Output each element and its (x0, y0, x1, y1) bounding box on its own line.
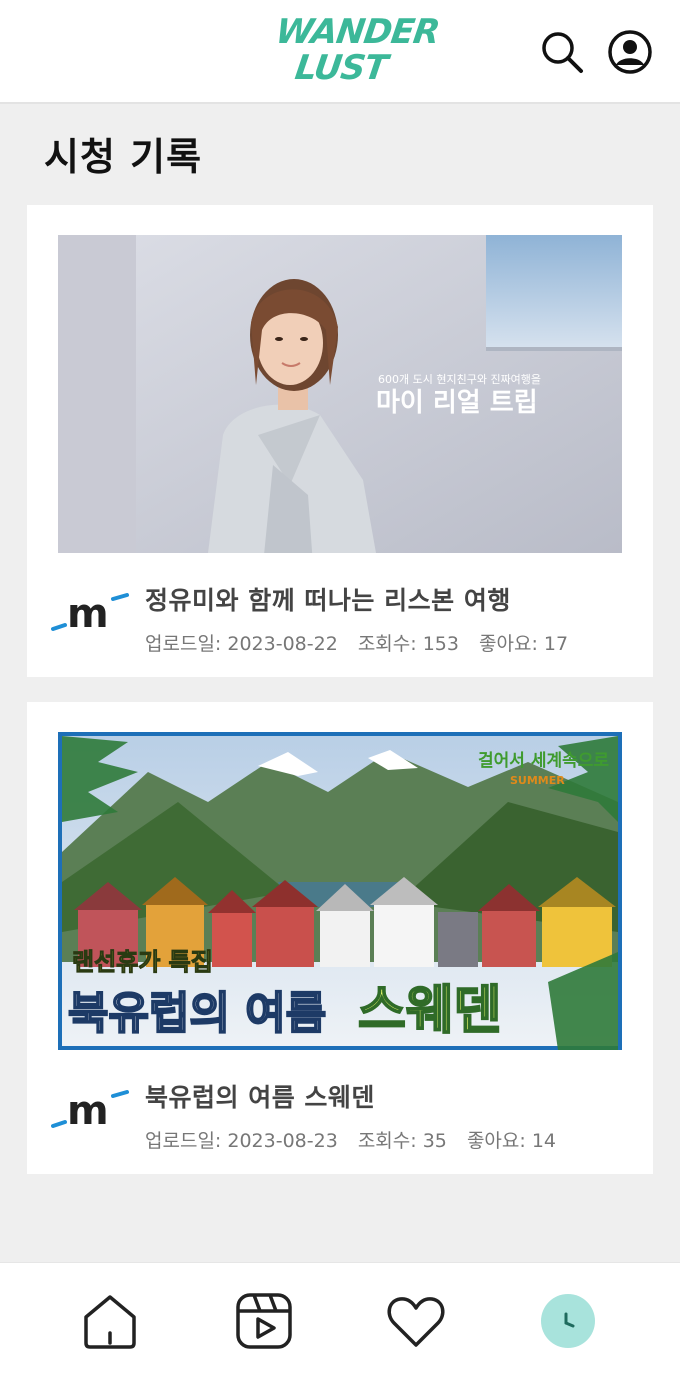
video-meta: 업로드일: 2023-08-23 조회수: 35 좋아요: 14 (145, 1126, 570, 1153)
profile-button[interactable] (604, 26, 656, 78)
video-thumbnail[interactable]: 걸어서 세계속으로 SUMMER 랜선휴가 특집 북유럽의 여름 스웨덴 (58, 732, 622, 1050)
nav-shorts[interactable] (234, 1291, 294, 1351)
thumbnail-headline-accent: 스웨덴 (358, 981, 502, 1041)
upload-date: 업로드일: 2023-08-23 (145, 1130, 338, 1152)
video-title[interactable]: 북유럽의 여름 스웨덴 (145, 1078, 375, 1114)
search-button[interactable] (536, 26, 588, 78)
upload-date: 업로드일: 2023-08-22 (145, 633, 338, 655)
thumbnail-image: 걸어서 세계속으로 SUMMER 랜선휴가 특집 북유럽의 여름 스웨덴 (58, 732, 622, 1050)
thumbnail-title: 마이 리얼 트립 (376, 388, 538, 418)
thumbnail-badge-sub: SUMMER (510, 774, 565, 787)
thumbnail-badge: 걸어서 세계속으로 (478, 751, 609, 771)
nav-favorites[interactable] (386, 1291, 446, 1351)
thumbnail-subtitle: 600개 도시 현지친구와 진짜여행을 (378, 373, 541, 386)
wanderlust-logo[interactable]: WANDER LUST (273, 12, 442, 92)
page-title: 시청 기록 (44, 135, 203, 179)
app-header: WANDER LUST (0, 0, 680, 104)
m-channel-icon: m (51, 1088, 129, 1134)
m-channel-icon: m (51, 591, 129, 637)
video-thumbnail[interactable]: 600개 도시 현지친구와 진짜여행을 마이 리얼 트립 (58, 235, 622, 553)
nav-home[interactable] (80, 1291, 140, 1351)
view-count: 조회수: 153 (357, 633, 459, 655)
thumbnail-image: 600개 도시 현지친구와 진짜여행을 마이 리얼 트립 (58, 235, 622, 553)
thumbnail-kicker: 랜선휴가 특집 (72, 948, 213, 976)
svg-text:m: m (67, 591, 109, 635)
like-count: 좋아요: 14 (466, 1130, 556, 1152)
video-card[interactable]: 600개 도시 현지친구와 진짜여행을 마이 리얼 트립 m 정유미와 함께 떠… (27, 205, 653, 677)
thumbnail-headline: 북유럽의 여름 (68, 988, 326, 1039)
channel-logo[interactable]: m (51, 587, 131, 637)
video-title[interactable]: 정유미와 함께 떠나는 리스본 여행 (145, 581, 511, 617)
logo-line-1: WANDER (273, 12, 442, 52)
heart-icon (387, 1297, 445, 1347)
svg-text:m: m (67, 1088, 109, 1132)
channel-logo[interactable]: m (51, 1084, 131, 1134)
shorts-play-icon (236, 1293, 292, 1349)
active-tab-indicator (541, 1294, 595, 1348)
video-meta: 업로드일: 2023-08-22 조회수: 153 좋아요: 17 (145, 629, 582, 656)
view-count: 조회수: 35 (357, 1130, 447, 1152)
nav-history[interactable] (538, 1291, 598, 1351)
search-icon (542, 32, 583, 73)
home-icon (84, 1295, 136, 1349)
like-count: 좋아요: 17 (479, 633, 569, 655)
user-circle-icon (608, 30, 652, 74)
logo-line-2: LUST (292, 48, 390, 88)
bottom-nav (0, 1262, 680, 1376)
video-card[interactable]: 걸어서 세계속으로 SUMMER 랜선휴가 특집 북유럽의 여름 스웨덴 m 북… (27, 702, 653, 1174)
clock-icon (564, 1312, 575, 1328)
